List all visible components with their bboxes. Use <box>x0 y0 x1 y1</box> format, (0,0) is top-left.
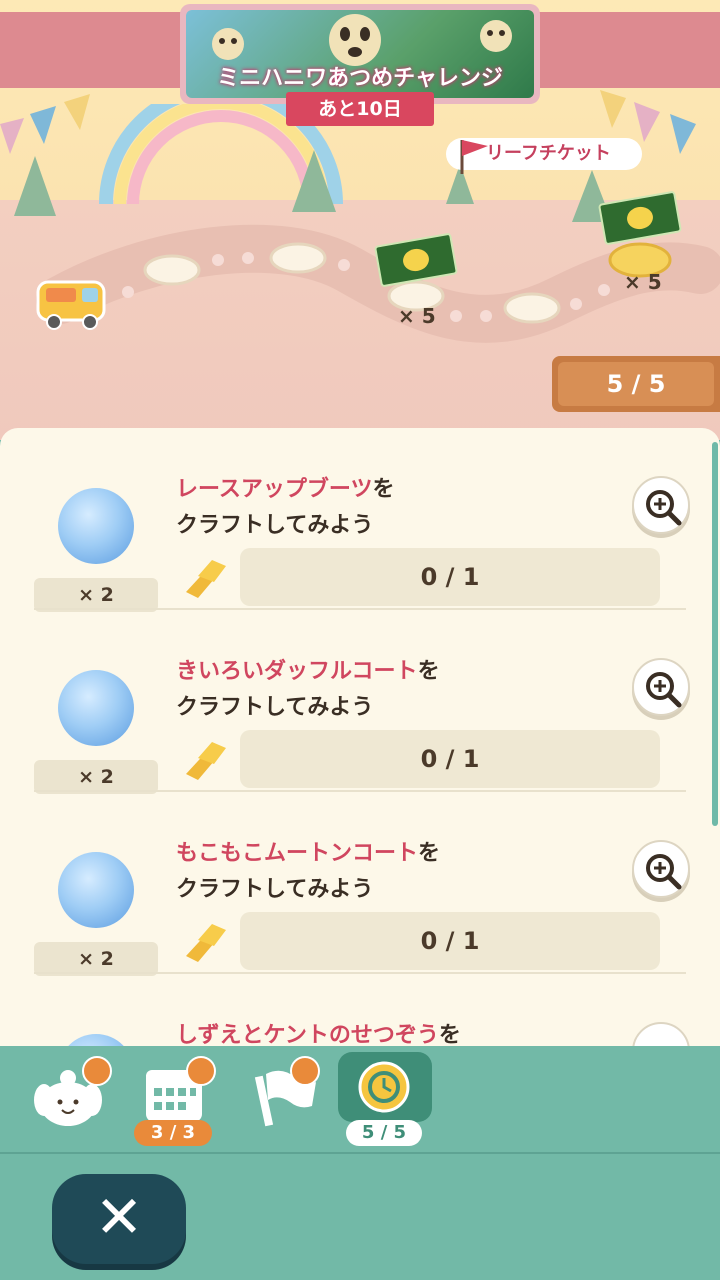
crown-badge-icon <box>186 1056 216 1086</box>
scrollbar[interactable] <box>712 442 718 826</box>
task-progress-bar: 0 / 1 <box>240 730 660 788</box>
crown-badge-icon <box>290 1056 320 1086</box>
divider <box>0 1152 720 1154</box>
magnifier-plus-icon <box>646 672 682 708</box>
event-banner-art: ミニハニワあつめチャレンジ <box>186 10 534 98</box>
task-description: レースアップブーツを クラフトしてみよう <box>176 472 394 544</box>
zoom-button[interactable] <box>632 476 690 534</box>
task-action: クラフトしてみよう <box>176 695 374 720</box>
task-action: クラフトしてみよう <box>176 513 374 538</box>
snowflake-orb-icon <box>58 670 134 746</box>
camper-van-icon <box>36 280 106 330</box>
tab-flag[interactable] <box>252 1056 332 1136</box>
task-progress-bar: 0 / 1 <box>240 912 660 970</box>
event-map: × 5 × 5 ミニハニワあつめチャレンジ あと10日 リーフチケット 5 / … <box>0 0 720 440</box>
magnifier-plus-icon <box>646 854 682 890</box>
reward-quantity: × 2 <box>34 760 158 794</box>
task-item-name: レースアップブーツ <box>176 477 373 502</box>
craft-hammer-icon <box>186 742 226 780</box>
task-suffix: を <box>418 841 441 866</box>
days-left-badge: あと10日 <box>286 92 434 126</box>
timer-icon <box>358 1061 410 1113</box>
tab-timed-challenge[interactable] <box>338 1052 432 1122</box>
event-progress-value: 5 / 5 <box>558 362 714 406</box>
tab-timed-challenge-count: 5 / 5 <box>346 1120 422 1146</box>
task-list-panel[interactable]: × 2 レースアップブーツを クラフトしてみよう 0 / 1 × 2 きいろいダ… <box>0 428 720 1068</box>
task-item-name: しずえとケントのせつぞう <box>176 1023 439 1048</box>
task-progress-bar: 0 / 1 <box>240 548 660 606</box>
event-progress-plate: 5 / 5 <box>552 356 720 412</box>
haniwa-icon <box>212 28 244 60</box>
zoom-button[interactable] <box>632 840 690 898</box>
task-suffix: を <box>417 659 440 684</box>
snowflake-orb-icon <box>58 852 134 928</box>
bunting-left <box>0 94 90 154</box>
reward-quantity: × 5 <box>624 270 662 294</box>
craft-hammer-icon <box>186 924 226 962</box>
close-button[interactable]: ✕ <box>52 1174 186 1264</box>
close-icon: ✕ <box>94 1183 144 1251</box>
snowflake-orb-icon <box>58 488 134 564</box>
haniwa-icon <box>480 20 512 52</box>
tab-isabelle[interactable] <box>30 1056 112 1136</box>
craft-hammer-icon <box>186 560 226 598</box>
magnifier-plus-icon <box>646 490 682 526</box>
task-item-name: きいろいダッフルコート <box>176 659 418 684</box>
task-suffix: を <box>438 1023 461 1048</box>
task-suffix: を <box>372 477 395 502</box>
task-description: きいろいダッフルコートを クラフトしてみよう <box>176 654 440 726</box>
task-item: × 2 レースアップブーツを クラフトしてみよう 0 / 1 <box>0 428 720 612</box>
task-item: × 2 もこもこムートンコートを クラフトしてみよう 0 / 1 <box>0 792 720 976</box>
event-title: ミニハニワあつめチャレンジ <box>217 66 503 91</box>
event-banner[interactable]: ミニハニワあつめチャレンジ <box>180 4 540 104</box>
red-flag-icon <box>460 140 488 174</box>
reward-quantity: × 2 <box>34 578 158 612</box>
task-description: もこもこムートンコートを クラフトしてみよう <box>176 836 440 908</box>
task-action: クラフトしてみよう <box>176 877 374 902</box>
tab-calendar-count: 3 / 3 <box>134 1120 212 1146</box>
task-item-name: もこもこムートンコート <box>176 841 419 866</box>
crown-badge-icon <box>82 1056 112 1086</box>
reward-quantity: × 2 <box>34 942 158 976</box>
zoom-button[interactable] <box>632 658 690 716</box>
reward-quantity: × 5 <box>398 304 436 328</box>
task-item: × 2 きいろいダッフルコートを クラフトしてみよう 0 / 1 <box>0 610 720 794</box>
